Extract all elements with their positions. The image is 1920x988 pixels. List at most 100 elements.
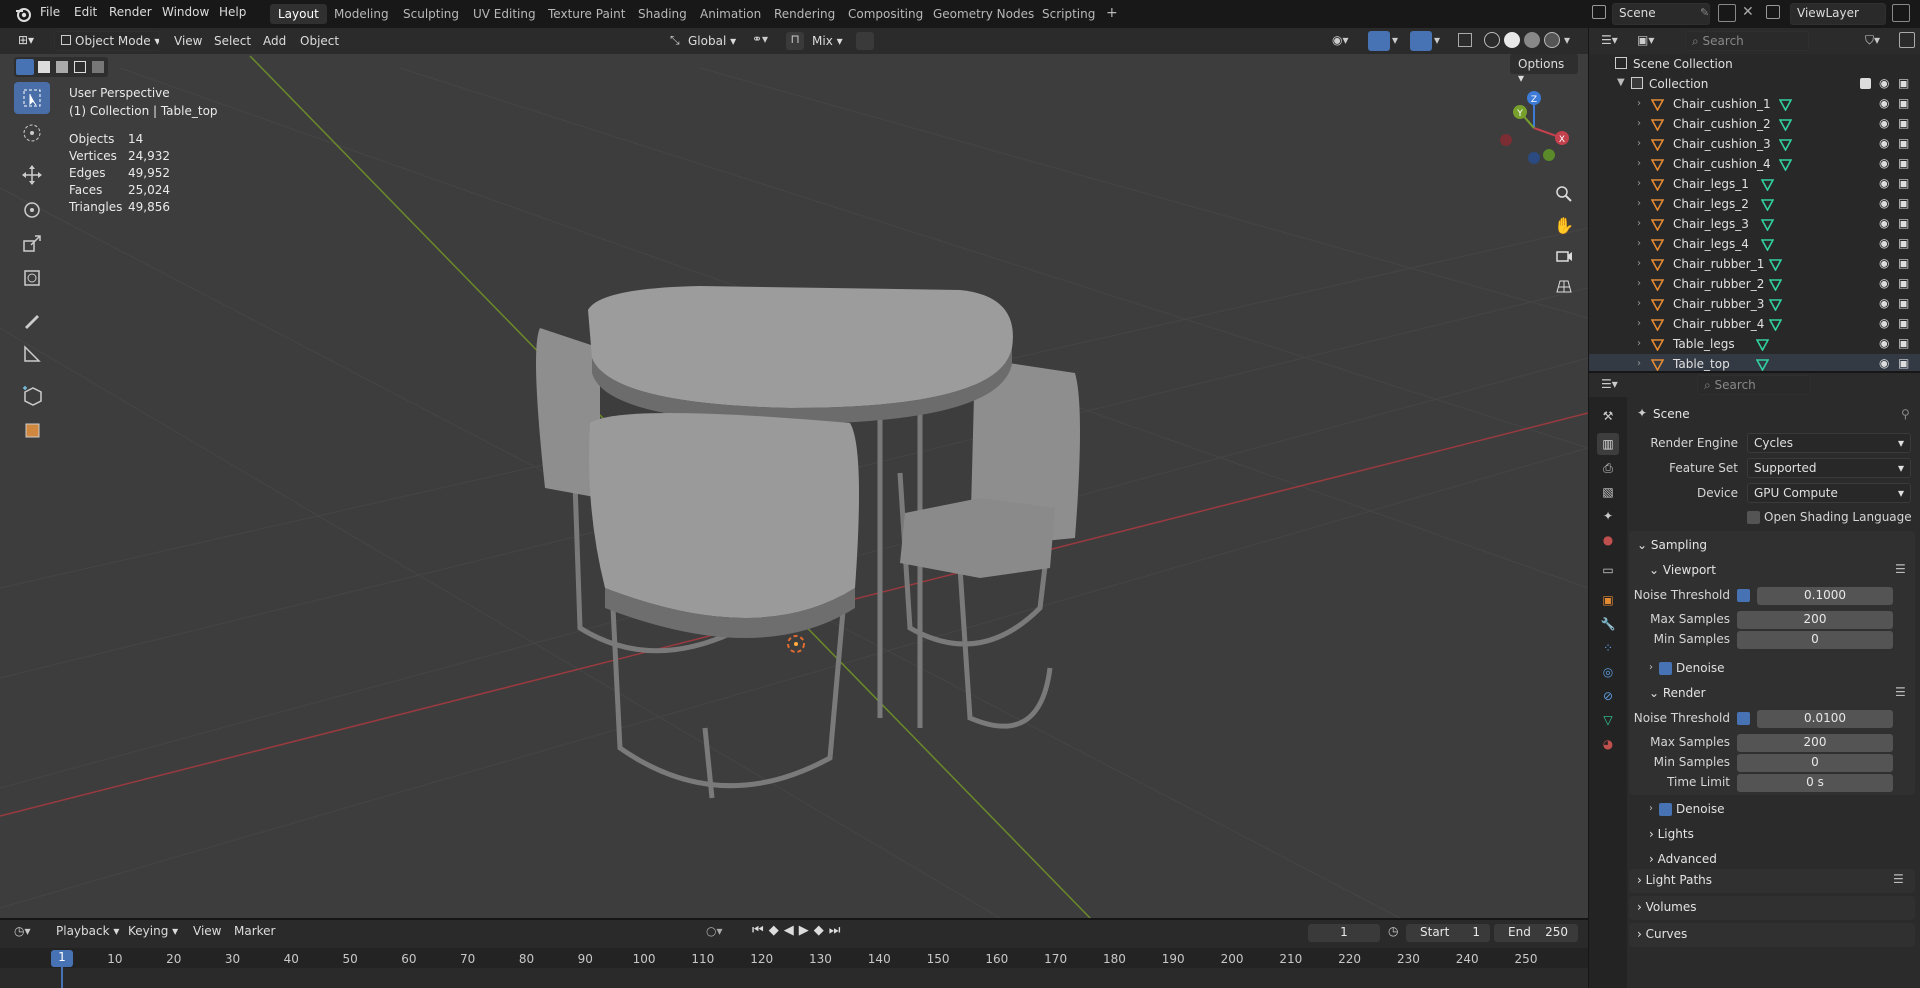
menu-select[interactable]: Select [214,34,251,48]
outliner-object-row[interactable]: › Chair_legs_1 ◉ ▣ [1589,174,1920,194]
expand-chevron-icon[interactable]: › [1637,358,1641,369]
mesh-data-icon[interactable] [1756,358,1769,371]
perspective-toggle-icon[interactable] [1550,272,1578,300]
hide-eye-icon[interactable]: ◉ [1879,356,1889,370]
viewport-noise-threshold-field[interactable]: 0.1000 [1757,587,1893,605]
transform-tool-icon[interactable] [14,262,50,294]
add-object-tool-icon[interactable] [14,414,50,446]
rendered-shading-icon[interactable] [1544,32,1560,48]
outliner-object-row[interactable]: › Table_legs ◉ ▣ [1589,334,1920,354]
jump-start-icon[interactable]: ⏮ [752,923,769,938]
select-subtract-icon[interactable] [56,61,68,73]
menu-file[interactable]: File [40,5,60,19]
hide-eye-icon[interactable]: ◉ [1879,216,1889,230]
pan-hand-icon[interactable]: ✋ [1550,211,1578,239]
tab-modeling[interactable]: Modeling [326,4,397,24]
table-and-chairs-model[interactable] [536,286,1080,799]
tab-scripting[interactable]: Scripting [1034,4,1103,24]
render-camera-icon[interactable]: ▣ [1898,136,1909,150]
render-camera-icon[interactable]: ▣ [1898,216,1909,230]
camera-view-icon[interactable] [1550,242,1578,270]
transform-orientation-icon[interactable]: ⤡ [670,33,680,48]
mesh-data-icon[interactable] [1761,238,1774,251]
expand-chevron-icon[interactable]: › [1637,98,1641,109]
mesh-data-icon[interactable] [1779,118,1792,131]
expand-chevron-icon[interactable]: › [1649,662,1653,673]
feature-set-dropdown[interactable]: Supported ▾ [1747,458,1911,478]
select-invert-icon[interactable] [74,61,86,73]
zoom-icon[interactable] [1550,180,1578,208]
render-camera-icon[interactable]: ▣ [1898,116,1909,130]
pin-icon[interactable]: ✎ [1700,6,1709,19]
render-camera-icon[interactable]: ▣ [1898,276,1909,290]
volumes-panel[interactable]: › Volumes [1629,896,1915,920]
hide-eye-icon[interactable]: ◉ [1879,236,1889,250]
wireframe-shading-icon[interactable] [1484,32,1500,48]
tab-texture-paint[interactable]: Texture Paint [540,4,633,24]
menu-view[interactable]: View [174,34,202,48]
navigation-gizmo[interactable]: Z X Y [1494,88,1574,168]
mesh-data-icon[interactable] [1769,258,1782,271]
render-max-samples-field[interactable]: 200 [1737,734,1893,752]
outliner-object-row[interactable]: › Chair_legs_4 ◉ ▣ [1589,234,1920,254]
display-mode-icon[interactable]: ▣▾ [1637,33,1654,47]
shading-dropdown-icon[interactable]: ▾ [1564,33,1570,47]
material-shading-icon[interactable] [1524,32,1540,48]
expand-chevron-icon[interactable]: › [1637,178,1641,189]
view-layer-icon[interactable] [1766,5,1780,19]
tab-uv-editing[interactable]: UV Editing [465,4,544,24]
viewport-max-samples-field[interactable]: 200 [1737,611,1893,629]
expand-chevron-icon[interactable]: › [1637,198,1641,209]
render-camera-icon[interactable]: ▣ [1898,296,1909,310]
editor-type-icon[interactable]: ⊞▾ [18,33,34,47]
menu-playback[interactable]: Playback ▾ [56,924,119,938]
play-reverse-icon[interactable]: ◀ [784,923,799,938]
delete-scene-icon[interactable]: ✕ [1742,4,1754,20]
properties-search-input[interactable]: ⌕ Search [1697,375,1811,395]
annotate-tool-icon[interactable] [14,304,50,336]
render-camera-icon[interactable]: ▣ [1898,256,1909,270]
start-frame-field[interactable]: Start 1 [1406,924,1490,942]
pivot-point-icon[interactable]: ⚭▾ [752,32,768,46]
mode-dropdown[interactable]: Object Mode ▾ [54,31,160,51]
mesh-data-icon[interactable] [1779,138,1792,151]
render-camera-icon[interactable]: ▣ [1898,76,1909,90]
menu-window[interactable]: Window [162,5,209,19]
timeline-editor-icon[interactable]: ◷▾ [14,924,31,938]
add-workspace-button[interactable]: + [1098,2,1126,22]
render-camera-icon[interactable]: ▣ [1898,156,1909,170]
expand-chevron-icon[interactable]: › [1637,238,1641,249]
render-subpanel-header[interactable]: ⌄ Render [1649,686,1706,700]
expand-chevron-icon[interactable]: › [1649,803,1653,814]
orientation-dropdown[interactable]: Global ▾ [688,34,736,48]
mesh-data-icon[interactable] [1769,318,1782,331]
device-dropdown[interactable]: GPU Compute ▾ [1747,483,1911,503]
mesh-data-icon[interactable] [1779,158,1792,171]
cursor-tool-icon[interactable] [14,117,50,149]
render-engine-dropdown[interactable]: Cycles ▾ [1747,433,1911,453]
select-new-icon[interactable] [16,59,34,75]
tab-compositing[interactable]: Compositing [840,4,931,24]
expand-chevron-icon[interactable]: › [1637,118,1641,129]
render-min-samples-field[interactable]: 0 [1737,754,1893,772]
hide-eye-icon[interactable]: ◉ [1879,196,1889,210]
viewport-min-samples-field[interactable]: 0 [1737,631,1893,649]
jump-end-icon[interactable]: ⏭ [829,923,846,938]
new-view-layer-icon[interactable] [1892,4,1910,22]
proportional-editing-icon[interactable] [856,32,874,50]
select-extend-icon[interactable] [38,61,50,73]
move-tool-icon[interactable] [14,159,50,191]
play-icon[interactable]: ▶ [799,923,814,938]
menu-keying[interactable]: Keying ▾ [128,924,178,938]
hide-eye-icon[interactable]: ◉ [1879,316,1889,330]
auto-keying-icon[interactable]: ○▾ [706,924,723,938]
mesh-data-icon[interactable] [1779,98,1792,111]
render-camera-icon[interactable]: ▣ [1898,196,1909,210]
viewport-subpanel-header[interactable]: ⌄ Viewport [1649,563,1716,577]
properties-editor-icon[interactable]: ☰▾ [1601,377,1618,391]
outliner-object-row[interactable]: › Chair_legs_2 ◉ ▣ [1589,194,1920,214]
tab-sculpting[interactable]: Sculpting [395,4,467,24]
expand-chevron-icon[interactable]: › [1637,338,1641,349]
gizmo-toggle-icon[interactable] [1368,31,1390,51]
hide-eye-icon[interactable]: ◉ [1879,336,1889,350]
